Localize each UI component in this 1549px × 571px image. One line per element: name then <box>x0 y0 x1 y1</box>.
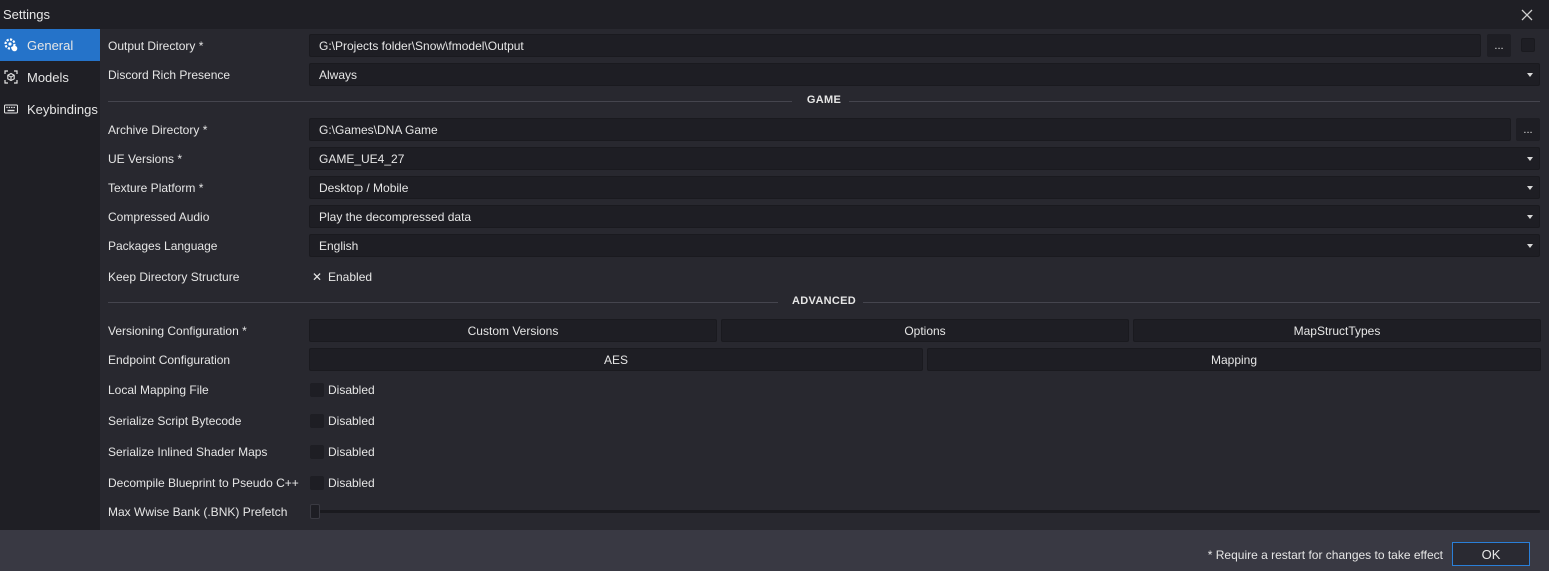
aes-button[interactable]: AES <box>309 348 923 371</box>
output-directory-label: Output Directory * <box>108 38 204 53</box>
local-mapping-file-toggle[interactable]: Disabled <box>310 382 375 397</box>
section-title: GAME <box>806 94 842 106</box>
keep-directory-structure-label: Keep Directory Structure <box>108 269 240 284</box>
texture-platform-label: Texture Platform * <box>108 180 204 195</box>
chevron-down-icon <box>1527 215 1533 219</box>
close-button[interactable] <box>1515 3 1539 27</box>
ok-button[interactable]: OK <box>1452 542 1530 566</box>
sidebar: General Models Keybindings <box>0 29 100 530</box>
keep-directory-structure-row: Keep Directory Structure ✕ Enabled <box>100 262 1549 291</box>
checkmark-icon: ✕ <box>311 269 323 284</box>
checkbox <box>310 475 324 490</box>
sidebar-item-general[interactable]: General <box>0 29 100 61</box>
output-directory-input[interactable]: G:\Projects folder\Snow\fmodel\Output <box>309 34 1481 57</box>
max-wwise-bank-label: Max Wwise Bank (.BNK) Prefetch <box>108 504 288 519</box>
discord-rich-presence-label: Discord Rich Presence <box>108 67 231 82</box>
texture-platform-select[interactable]: Desktop / Mobile <box>309 176 1540 199</box>
ue-versions-label: UE Versions * <box>108 151 183 166</box>
restart-note: * Require a restart for changes to take … <box>1207 548 1443 562</box>
sidebar-item-label: Models <box>27 69 69 85</box>
gear-icon <box>4 38 18 52</box>
output-directory-checkbox[interactable] <box>1521 38 1535 52</box>
compressed-audio-value: Play the decompressed data <box>319 209 472 224</box>
settings-panel: Output Directory * G:\Projects folder\Sn… <box>100 29 1549 530</box>
decompile-blueprint-row: Decompile Blueprint to Pseudo C++ Disabl… <box>100 468 1549 497</box>
packages-language-select[interactable]: English <box>309 234 1540 257</box>
section-divider <box>849 101 1540 102</box>
advanced-section-header: ADVANCED <box>108 294 1540 310</box>
toggle-state: Enabled <box>328 269 373 284</box>
archive-directory-label: Archive Directory * <box>108 122 208 137</box>
packages-language-row: Packages Language English <box>100 231 1549 260</box>
decompile-blueprint-label: Decompile Blueprint to Pseudo C++ <box>108 475 299 490</box>
endpoint-configuration-label: Endpoint Configuration <box>108 352 231 367</box>
serialize-script-bytecode-toggle[interactable]: Disabled <box>310 413 375 428</box>
window-title: Settings <box>3 7 50 22</box>
section-divider <box>108 302 778 303</box>
texture-platform-value: Desktop / Mobile <box>319 180 409 195</box>
discord-rich-presence-select[interactable]: Always <box>309 63 1540 86</box>
keep-directory-structure-toggle[interactable]: ✕ Enabled <box>310 270 372 284</box>
discord-rich-presence-row: Discord Rich Presence Always <box>100 60 1549 89</box>
keyboard-icon <box>4 102 18 116</box>
sidebar-item-keybindings[interactable]: Keybindings <box>0 93 100 125</box>
toggle-state: Disabled <box>328 413 375 428</box>
output-directory-browse-button[interactable]: ... <box>1487 34 1511 57</box>
compressed-audio-row: Compressed Audio Play the decompressed d… <box>100 202 1549 231</box>
decompile-blueprint-toggle[interactable]: Disabled <box>310 475 375 490</box>
archive-directory-browse-button[interactable]: ... <box>1516 118 1540 141</box>
toggle-state: Disabled <box>328 475 375 490</box>
toggle-state: Disabled <box>328 444 375 459</box>
sidebar-item-label: Keybindings <box>27 101 98 117</box>
max-wwise-bank-row: Max Wwise Bank (.BNK) Prefetch <box>100 497 1549 526</box>
map-struct-types-button[interactable]: MapStructTypes <box>1133 319 1541 342</box>
sidebar-item-models[interactable]: Models <box>0 61 100 93</box>
mapping-button[interactable]: Mapping <box>927 348 1541 371</box>
close-icon <box>1521 9 1533 21</box>
checkbox <box>310 444 324 459</box>
checkbox <box>310 382 324 397</box>
archive-directory-input[interactable]: G:\Games\DNA Game <box>309 118 1511 141</box>
versioning-configuration-label: Versioning Configuration * <box>108 323 247 338</box>
toggle-state: Disabled <box>328 382 375 397</box>
footer-bar: * Require a restart for changes to take … <box>0 530 1549 571</box>
section-divider <box>863 302 1540 303</box>
serialize-inlined-shader-maps-row: Serialize Inlined Shader Maps Disabled <box>100 437 1549 466</box>
chevron-down-icon <box>1527 186 1533 190</box>
compressed-audio-label: Compressed Audio <box>108 209 210 224</box>
serialize-inlined-shader-maps-toggle[interactable]: Disabled <box>310 444 375 459</box>
chevron-down-icon <box>1527 244 1533 248</box>
options-button[interactable]: Options <box>721 319 1129 342</box>
endpoint-configuration-row: Endpoint Configuration AES Mapping <box>100 345 1549 374</box>
serialize-script-bytecode-row: Serialize Script Bytecode Disabled <box>100 406 1549 435</box>
chevron-down-icon <box>1527 73 1533 77</box>
versioning-configuration-row: Versioning Configuration * Custom Versio… <box>100 316 1549 345</box>
local-mapping-file-label: Local Mapping File <box>108 382 209 397</box>
game-section-header: GAME <box>108 93 1540 109</box>
ue-versions-value: GAME_UE4_27 <box>319 151 405 166</box>
checkbox <box>310 413 324 428</box>
packages-language-value: English <box>319 238 359 253</box>
texture-platform-row: Texture Platform * Desktop / Mobile <box>100 173 1549 202</box>
custom-versions-button[interactable]: Custom Versions <box>309 319 717 342</box>
local-mapping-file-row: Local Mapping File Disabled <box>100 375 1549 404</box>
output-directory-row: Output Directory * G:\Projects folder\Sn… <box>100 31 1549 60</box>
ue-versions-row: UE Versions * GAME_UE4_27 <box>100 144 1549 173</box>
ue-versions-select[interactable]: GAME_UE4_27 <box>309 147 1540 170</box>
cube-icon <box>4 70 18 84</box>
section-title: ADVANCED <box>792 295 856 307</box>
packages-language-label: Packages Language <box>108 238 218 253</box>
sidebar-item-label: General <box>27 37 74 53</box>
max-wwise-bank-slider-thumb[interactable] <box>310 504 320 519</box>
discord-rich-presence-value: Always <box>319 67 358 82</box>
section-divider <box>108 101 792 102</box>
title-bar: Settings <box>0 0 1549 29</box>
chevron-down-icon <box>1527 157 1533 161</box>
compressed-audio-select[interactable]: Play the decompressed data <box>309 205 1540 228</box>
archive-directory-row: Archive Directory * G:\Games\DNA Game ..… <box>100 115 1549 144</box>
serialize-script-bytecode-label: Serialize Script Bytecode <box>108 413 242 428</box>
serialize-inlined-shader-maps-label: Serialize Inlined Shader Maps <box>108 444 268 459</box>
max-wwise-bank-slider-track[interactable] <box>317 510 1540 513</box>
